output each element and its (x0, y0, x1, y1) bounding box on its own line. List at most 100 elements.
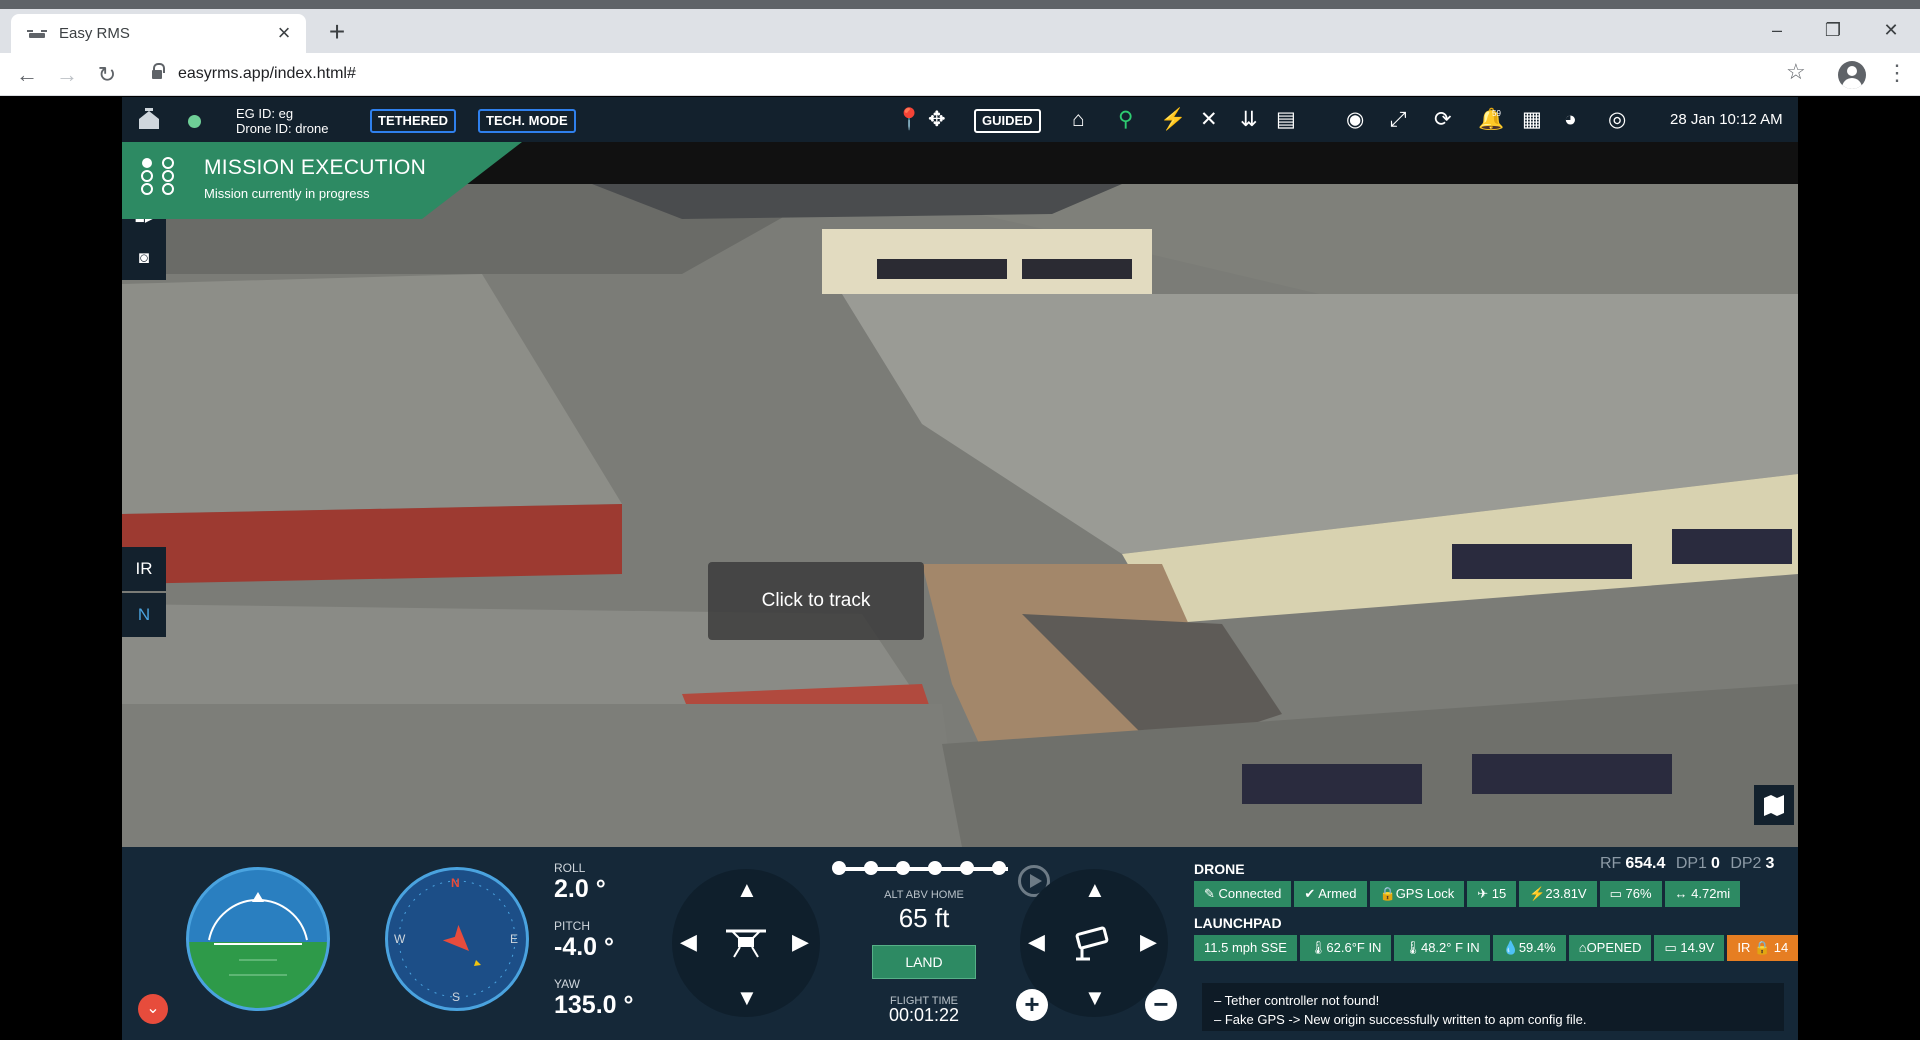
messages-icon[interactable]: ▦ (1522, 109, 1542, 130)
tethered-button[interactable]: TETHERED (370, 109, 457, 133)
alt-value: 65 ft (898, 903, 950, 933)
chip-gps-lock: 🔒GPS Lock (1369, 881, 1465, 907)
notification-count: 59 (1492, 109, 1501, 118)
new-tab-button[interactable]: + (322, 18, 352, 48)
slider-stop[interactable] (832, 861, 846, 875)
drone-left-arrow[interactable]: ◀ (680, 931, 697, 953)
collapse-panel-icon[interactable]: ⌄ (138, 994, 168, 1024)
location-pin-icon[interactable]: 📍 (896, 109, 922, 130)
slider-stop[interactable] (992, 861, 1006, 875)
gimbal-right-arrow[interactable]: ▶ (1140, 931, 1157, 953)
ir-toggle-button[interactable]: IR (122, 547, 166, 591)
back-icon[interactable]: ← (12, 60, 42, 90)
notifications-icon[interactable]: 🔔 59 (1478, 109, 1504, 130)
guided-mode-button[interactable]: GUIDED (974, 109, 1041, 133)
roll-value: 2.0 ° (554, 875, 606, 903)
dp1-value: 0 (1710, 855, 1720, 872)
chip-hatch: ⌂OPENED (1568, 935, 1652, 961)
lock-icon (152, 62, 165, 79)
drone-favicon-icon (27, 27, 47, 41)
chip-pad-voltage: ▭ 14.9V (1654, 935, 1725, 961)
zoom-in-button[interactable]: + (1016, 989, 1048, 1021)
drone-id: Drone ID: drone (236, 121, 329, 136)
map-toggle-icon[interactable] (1754, 785, 1794, 825)
chip-connected: ✎ Connected (1194, 881, 1292, 907)
land-button[interactable]: LAND (872, 945, 976, 979)
address-bar: ← → ↻ easyrms.app/index.html# ☆ ⋮ (0, 53, 1920, 96)
user-account-icon[interactable]: ◕ (1564, 109, 1577, 130)
drone-dpad: ▲ ▼ ◀ ▶ (672, 869, 820, 1017)
launchpad-logo-icon (136, 107, 162, 135)
restore-icon[interactable]: ❐ (1810, 15, 1856, 45)
click-to-track-button[interactable]: Click to track (708, 562, 924, 640)
url-text: easyrms.app/index.html# (178, 65, 356, 82)
chip-distance: ↔ 4.72mi (1664, 881, 1741, 907)
bookmark-star-icon[interactable]: ☆ (1786, 59, 1806, 85)
minimize-icon[interactable]: – (1754, 15, 1800, 45)
compass-w: W (394, 932, 406, 946)
mission-title: MISSION EXECUTION (204, 156, 427, 179)
dp1-label: DP1 (1675, 855, 1707, 872)
profile-avatar-icon[interactable] (1838, 61, 1866, 89)
eye-icon[interactable]: ◉ (1346, 109, 1364, 130)
omnibox[interactable]: easyrms.app/index.html# (140, 57, 1790, 91)
yaw-label: YAW (554, 977, 580, 991)
throttle-slider[interactable] (832, 861, 1008, 875)
pitch-value: -4.0 ° (554, 933, 615, 961)
launchpad-section-label: LAUNCHPAD (1194, 915, 1282, 931)
power-bolt-icon[interactable]: ⚡ (1160, 109, 1186, 130)
tech-mode-button[interactable]: TECH. MODE (478, 109, 576, 133)
eg-id: EG ID: eg (236, 106, 294, 121)
rf-value: 654.4 (1625, 855, 1666, 872)
support-icon[interactable]: ◎ (1608, 109, 1626, 130)
compass: N E S W (385, 867, 529, 1011)
chip-satellites: ✈ 15 (1467, 881, 1517, 907)
dp2-value: 3 (1765, 855, 1775, 872)
browser-tab[interactable]: Easy RMS × (11, 14, 306, 53)
slider-stop[interactable] (864, 861, 878, 875)
drone-status-chips: ✎ Connected ✔ Armed 🔒GPS Lock ✈ 15 ⚡23.8… (1194, 881, 1741, 907)
log-line: – Fake GPS -> New origin successfully wr… (1214, 1012, 1587, 1027)
close-window-icon[interactable]: ✕ (1868, 15, 1914, 45)
slider-stop[interactable] (896, 861, 910, 875)
zoom-out-button[interactable]: − (1145, 989, 1177, 1021)
telemetry-panel: N E S W ROLL 2.0 ° PITCH -4.0 ° YAW 135.… (122, 847, 1798, 1040)
reload-icon[interactable]: ↻ (92, 60, 122, 90)
chip-temp-in-1: 🌡62.6°F IN (1299, 935, 1392, 961)
device-ids: EG ID: eg Drone ID: drone (236, 106, 329, 136)
descend-icon[interactable]: ⇊ (1240, 109, 1258, 130)
slider-stop[interactable] (928, 861, 942, 875)
abort-x-icon[interactable]: ✕ (1200, 109, 1218, 130)
artificial-horizon (186, 867, 330, 1011)
chip-temp-in-2: 🌡48.2° F IN (1394, 935, 1490, 961)
fullscreen-icon[interactable]: ⤢ (1390, 109, 1407, 130)
camera-snapshot-icon[interactable]: ◙ (122, 236, 166, 280)
gimbal-up-arrow[interactable]: ▲ (1084, 879, 1106, 901)
compass-s: S (452, 990, 461, 1004)
app-header: EG ID: eg Drone ID: drone TETHERED TECH.… (122, 97, 1798, 142)
document-icon[interactable]: ▤ (1276, 109, 1296, 130)
gimbal-down-arrow[interactable]: ▼ (1084, 987, 1106, 1009)
drone-right-arrow[interactable]: ▶ (792, 931, 809, 953)
drone-section-label: DRONE (1194, 861, 1245, 877)
compass-e: E (510, 932, 519, 946)
crosshair-icon[interactable]: ✥ (928, 109, 946, 130)
n-toggle-button[interactable]: N (122, 593, 166, 637)
connection-status-dot (188, 115, 201, 128)
video-feed[interactable]: ■▸ ◙ IR N Click to track (122, 184, 1798, 847)
rms-app: EG ID: eg Drone ID: drone TETHERED TECH.… (122, 97, 1798, 1040)
alt-label: ALT ABV HOME (884, 889, 964, 901)
waypoint-icon[interactable]: ⚲ (1118, 109, 1133, 130)
chip-armed: ✔ Armed (1294, 881, 1367, 907)
forward-icon[interactable]: → (52, 60, 82, 90)
yaw-value: 135.0 ° (554, 991, 634, 1019)
refresh-icon[interactable]: ⟳ (1434, 109, 1452, 130)
home-icon[interactable]: ⌂ (1072, 109, 1085, 130)
mission-dots-icon (141, 157, 174, 195)
close-tab-icon[interactable]: × (272, 21, 296, 46)
slider-stop[interactable] (960, 861, 974, 875)
drone-forward-arrow[interactable]: ▲ (736, 879, 758, 901)
gimbal-left-arrow[interactable]: ◀ (1028, 931, 1045, 953)
drone-back-arrow[interactable]: ▼ (736, 987, 758, 1009)
menu-kebab-icon[interactable]: ⋮ (1886, 60, 1908, 86)
